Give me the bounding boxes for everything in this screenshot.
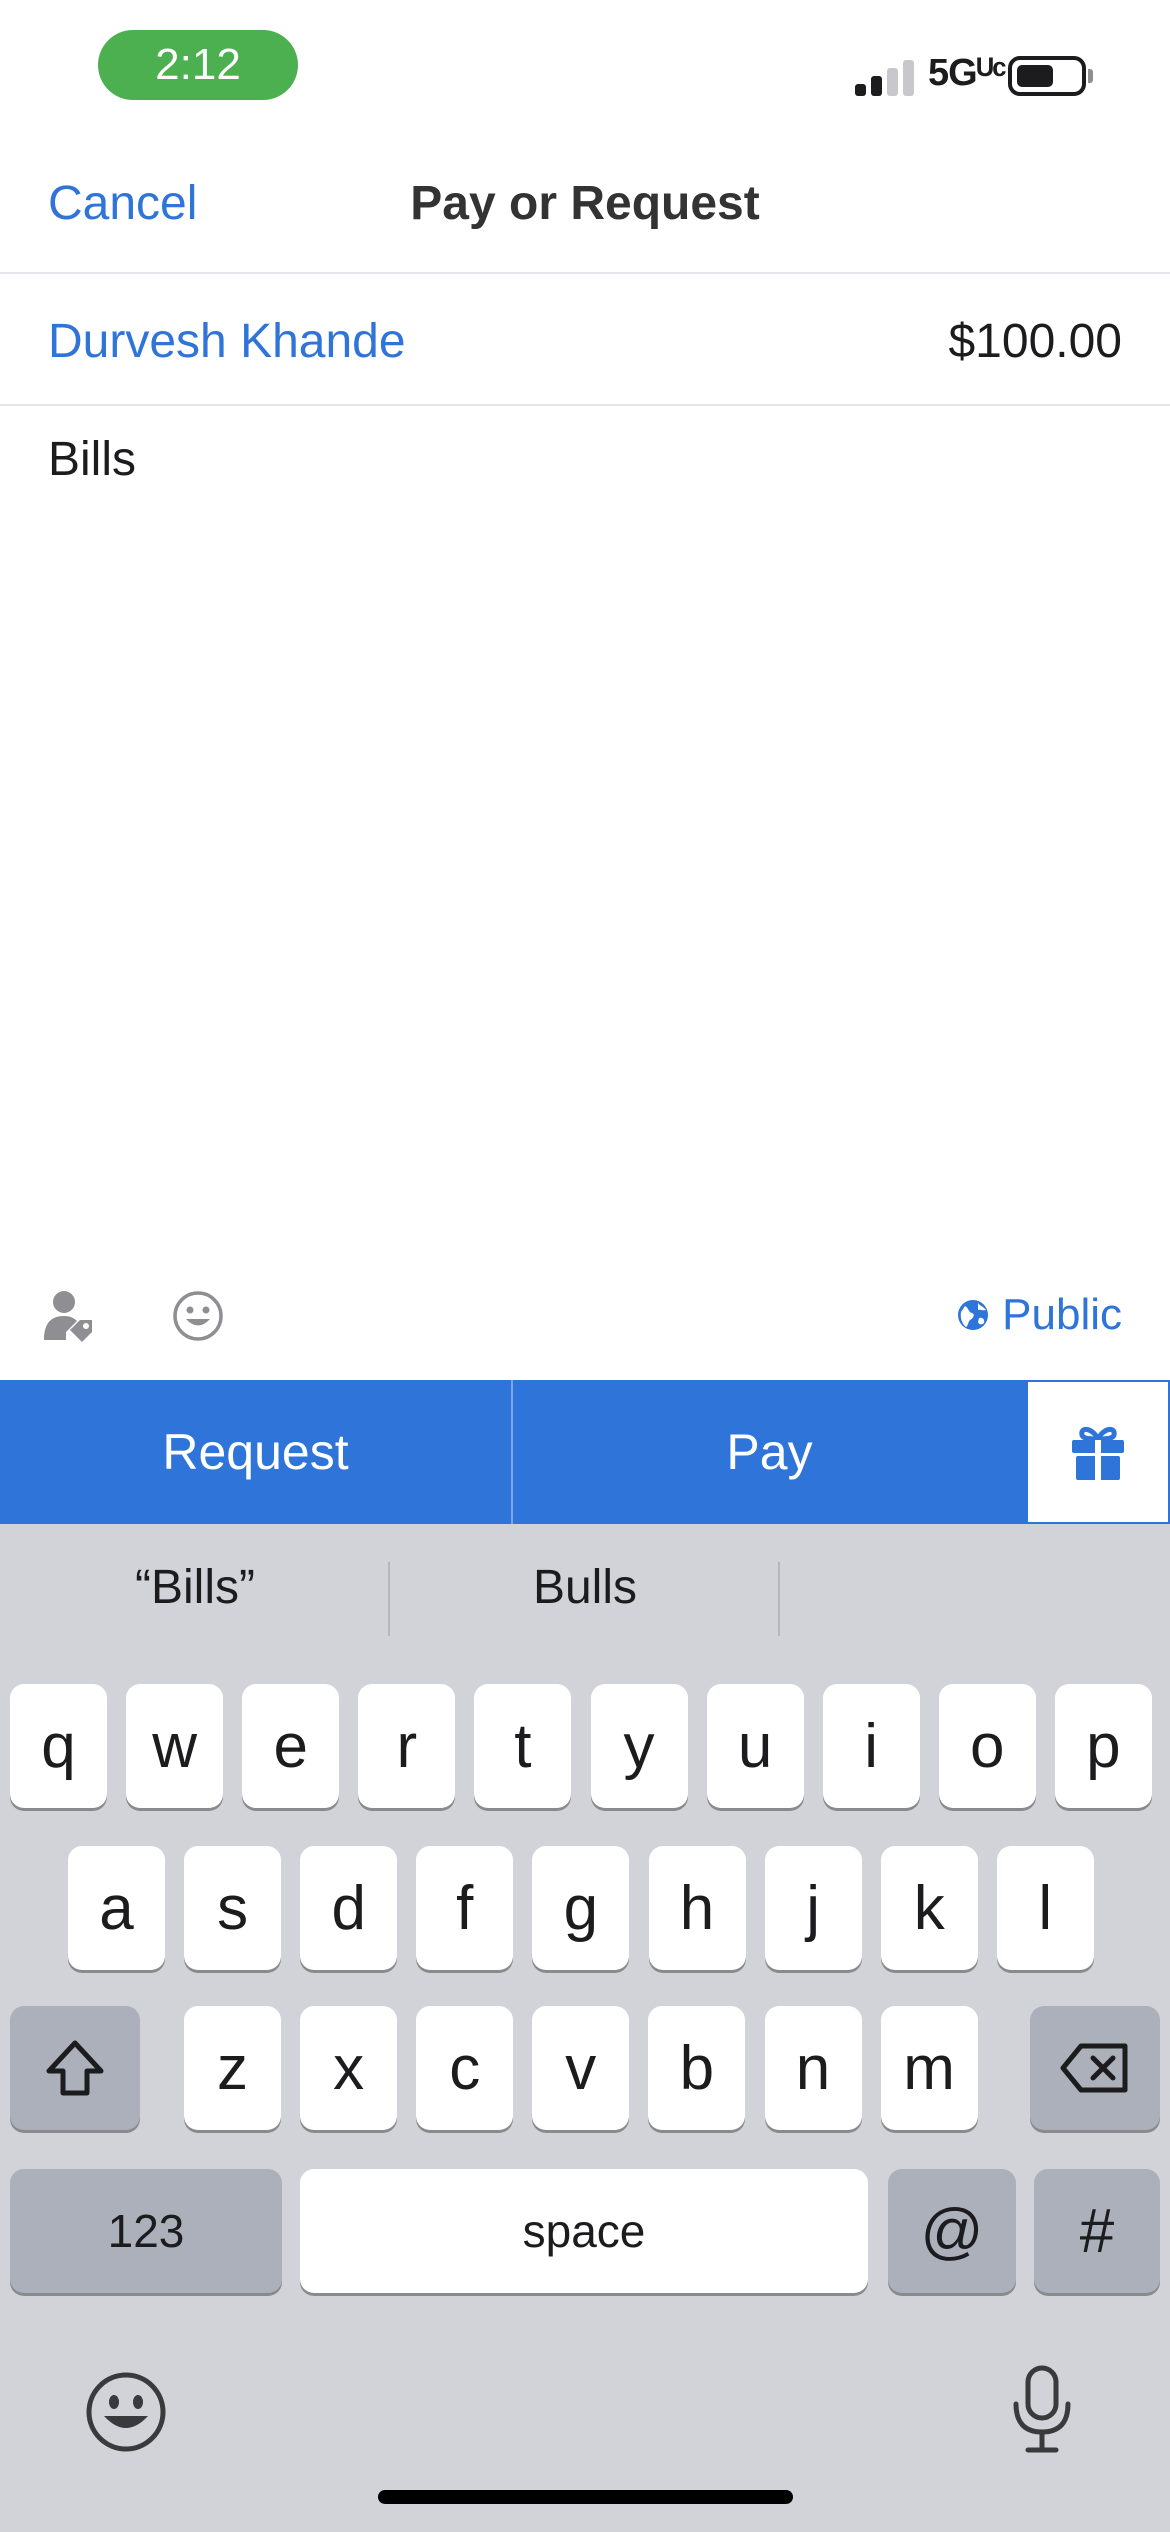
action-bar: Request Pay bbox=[0, 1380, 1170, 1524]
key-o[interactable]: o bbox=[938, 1684, 1036, 1808]
suggestion-divider bbox=[778, 1562, 780, 1636]
key-h[interactable]: h bbox=[648, 1846, 746, 1970]
key-y[interactable]: y bbox=[590, 1684, 688, 1808]
privacy-toggle[interactable]: Public bbox=[956, 1290, 1122, 1340]
keyboard: “Bills” Bulls 123 space @ # qwertyuiop as… bbox=[0, 1524, 1170, 2532]
key-e[interactable]: e bbox=[242, 1684, 340, 1808]
pay-button[interactable]: Pay bbox=[513, 1380, 1026, 1524]
status-time: 2:12 bbox=[98, 30, 298, 100]
at-key[interactable]: @ bbox=[888, 2169, 1016, 2293]
suggestion-1[interactable]: “Bills” bbox=[0, 1560, 390, 1615]
status-bar: 2:12 5Gᵁᶜ bbox=[0, 0, 1170, 130]
space-key[interactable]: space bbox=[300, 2169, 868, 2293]
globe-icon bbox=[958, 1300, 989, 1330]
emoji-icon[interactable] bbox=[172, 1290, 224, 1342]
emoji-keyboard-icon[interactable] bbox=[84, 2370, 168, 2454]
key-s[interactable]: s bbox=[184, 1846, 282, 1970]
backspace-icon bbox=[1060, 2043, 1128, 2093]
home-indicator bbox=[378, 2490, 793, 2504]
backspace-key[interactable] bbox=[1030, 2006, 1160, 2130]
tag-person-icon[interactable] bbox=[40, 1288, 96, 1348]
key-c[interactable]: c bbox=[416, 2006, 514, 2130]
page-title: Pay or Request bbox=[410, 177, 760, 230]
nav-bar: Cancel Pay or Request bbox=[0, 130, 1170, 274]
key-d[interactable]: d bbox=[300, 1846, 398, 1970]
signal-icon bbox=[855, 58, 917, 96]
privacy-label: Public bbox=[1002, 1290, 1122, 1339]
shift-icon bbox=[46, 2040, 104, 2096]
key-n[interactable]: n bbox=[764, 2006, 862, 2130]
key-q[interactable]: q bbox=[10, 1684, 107, 1808]
suggestion-2[interactable]: Bulls bbox=[390, 1560, 780, 1615]
note-input[interactable]: Bills bbox=[48, 432, 136, 487]
microphone-icon[interactable] bbox=[1010, 2364, 1074, 2456]
recipient-row[interactable]: Durvesh Khande $100.00 bbox=[0, 274, 1170, 406]
battery-tip bbox=[1088, 69, 1093, 83]
key-x[interactable]: x bbox=[300, 2006, 398, 2130]
key-p[interactable]: p bbox=[1054, 1684, 1152, 1808]
amount-field[interactable]: $100.00 bbox=[948, 314, 1122, 369]
network-label: 5Gᵁᶜ bbox=[928, 52, 1007, 94]
shift-key[interactable] bbox=[10, 2006, 140, 2130]
key-b[interactable]: b bbox=[648, 2006, 746, 2130]
key-m[interactable]: m bbox=[880, 2006, 978, 2130]
hash-key[interactable]: # bbox=[1034, 2169, 1160, 2293]
gift-icon bbox=[1072, 1427, 1124, 1481]
key-g[interactable]: g bbox=[532, 1846, 630, 1970]
compose-toolbar: Public bbox=[0, 1270, 1170, 1380]
numbers-key[interactable]: 123 bbox=[10, 2169, 282, 2293]
key-a[interactable]: a bbox=[68, 1846, 165, 1970]
key-r[interactable]: r bbox=[358, 1684, 456, 1808]
battery-icon bbox=[1008, 56, 1086, 96]
request-button[interactable]: Request bbox=[0, 1380, 513, 1524]
recipient-name[interactable]: Durvesh Khande bbox=[48, 314, 406, 369]
key-j[interactable]: j bbox=[764, 1846, 862, 1970]
key-u[interactable]: u bbox=[706, 1684, 804, 1808]
key-w[interactable]: w bbox=[126, 1684, 224, 1808]
key-z[interactable]: z bbox=[184, 2006, 281, 2130]
key-v[interactable]: v bbox=[532, 2006, 630, 2130]
key-l[interactable]: l bbox=[996, 1846, 1094, 1970]
key-k[interactable]: k bbox=[880, 1846, 978, 1970]
gift-button[interactable] bbox=[1026, 1380, 1170, 1524]
key-t[interactable]: t bbox=[474, 1684, 572, 1808]
key-i[interactable]: i bbox=[822, 1684, 920, 1808]
suggestion-bar: “Bills” Bulls bbox=[0, 1524, 1170, 1652]
key-f[interactable]: f bbox=[416, 1846, 514, 1970]
